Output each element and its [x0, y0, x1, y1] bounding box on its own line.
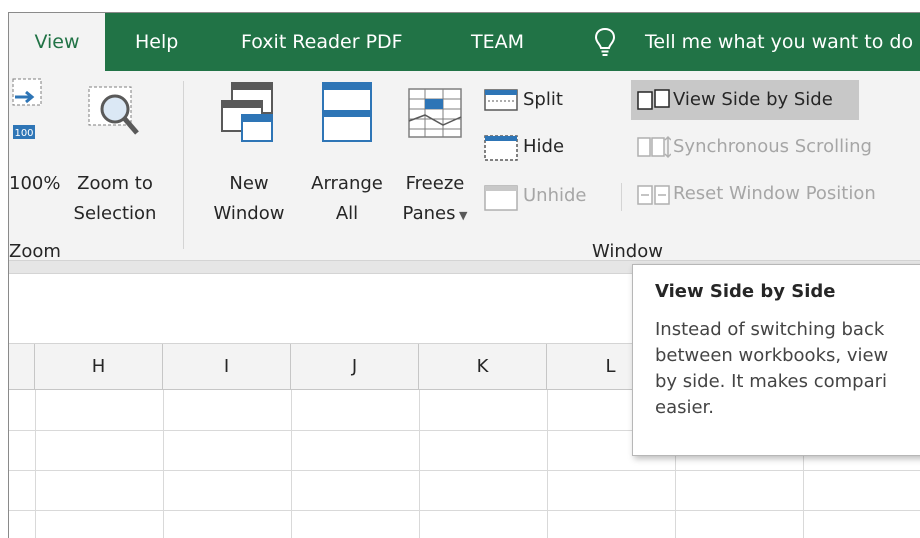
arrange-all-icon[interactable]	[319, 81, 375, 143]
column-header-i[interactable]: I	[163, 344, 291, 390]
excel-window: View Help Foxit Reader PDF TEAM Tell me …	[8, 12, 920, 538]
column-gridline	[163, 390, 164, 538]
lightbulb-icon[interactable]	[594, 27, 616, 57]
new-window-label2[interactable]: Window	[199, 203, 299, 225]
column-gridline	[291, 390, 292, 538]
zoom-group-label: Zoom	[9, 241, 61, 262]
tooltip-line: between workbooks, view	[655, 345, 889, 366]
freeze-panes-label2-text: Panes	[402, 203, 456, 224]
column-header-j[interactable]: J	[291, 344, 419, 390]
unhide-icon	[484, 185, 518, 211]
view-side-by-side-tooltip: View Side by Side Instead of switching b…	[632, 264, 920, 456]
column-header-h[interactable]: H	[35, 344, 163, 390]
window-group-label: Window	[592, 241, 663, 262]
dropdown-arrow-icon: ▼	[455, 209, 468, 222]
zoom-100-icon[interactable]: 100	[9, 77, 45, 143]
reset-window-position-icon	[637, 185, 670, 205]
svg-text:100: 100	[14, 128, 33, 139]
freeze-panes-label2[interactable]: Panes ▼	[393, 203, 477, 227]
column-header-g[interactable]	[9, 344, 35, 390]
tooltip-title: View Side by Side	[655, 281, 836, 302]
tooltip-line: by side. It makes compari	[655, 371, 888, 392]
window-group-separator	[621, 183, 622, 211]
freeze-panes-label1[interactable]: Freeze	[393, 173, 477, 195]
freeze-panes-icon[interactable]	[405, 85, 465, 141]
ribbon-tab-bar: View Help Foxit Reader PDF TEAM Tell me …	[9, 13, 920, 72]
tooltip-body: Instead of switching back between workbo…	[655, 317, 920, 421]
arrange-all-label2[interactable]: All	[301, 203, 393, 225]
tooltip-line: easier.	[655, 397, 715, 418]
zoom-to-selection-icon[interactable]	[85, 81, 145, 141]
tell-me-search[interactable]: Tell me what you want to do	[645, 13, 913, 71]
zoom-100-label[interactable]: 100%	[9, 173, 60, 195]
column-gridline	[547, 390, 548, 538]
tab-team[interactable]: TEAM	[471, 13, 524, 71]
new-window-icon[interactable]	[218, 81, 276, 143]
synchronous-scrolling-icon	[637, 135, 671, 159]
arrange-all-label1[interactable]: Arrange	[301, 173, 393, 195]
tab-help[interactable]: Help	[135, 13, 178, 71]
group-separator	[183, 81, 184, 249]
hide-icon[interactable]	[484, 135, 518, 161]
row-gridline	[9, 470, 920, 471]
column-header-k[interactable]: K	[419, 344, 547, 390]
new-window-label1[interactable]: New	[207, 173, 291, 195]
view-side-by-side-button[interactable]: View Side by Side	[673, 89, 833, 111]
view-side-by-side-icon[interactable]	[637, 89, 671, 111]
tooltip-line: Instead of switching back	[655, 319, 885, 340]
unhide-button: Unhide	[523, 185, 587, 206]
reset-window-position-button: Reset Window Position	[673, 183, 876, 204]
column-gridline	[419, 390, 420, 538]
tab-view[interactable]: View	[9, 13, 105, 72]
tab-foxit-reader-pdf[interactable]: Foxit Reader PDF	[241, 13, 403, 71]
split-button[interactable]: Split	[523, 89, 563, 111]
synchronous-scrolling-button: Synchronous Scrolling	[673, 136, 872, 157]
ribbon: 100 100% Zoom to Selection Zoom New Wind…	[9, 71, 920, 262]
zoom-to-selection-label1[interactable]: Zoom to	[67, 173, 163, 195]
column-gridline	[35, 390, 36, 538]
row-gridline	[9, 510, 920, 511]
hide-button[interactable]: Hide	[523, 136, 564, 158]
split-icon[interactable]	[484, 89, 518, 111]
zoom-to-selection-label2[interactable]: Selection	[67, 203, 163, 225]
